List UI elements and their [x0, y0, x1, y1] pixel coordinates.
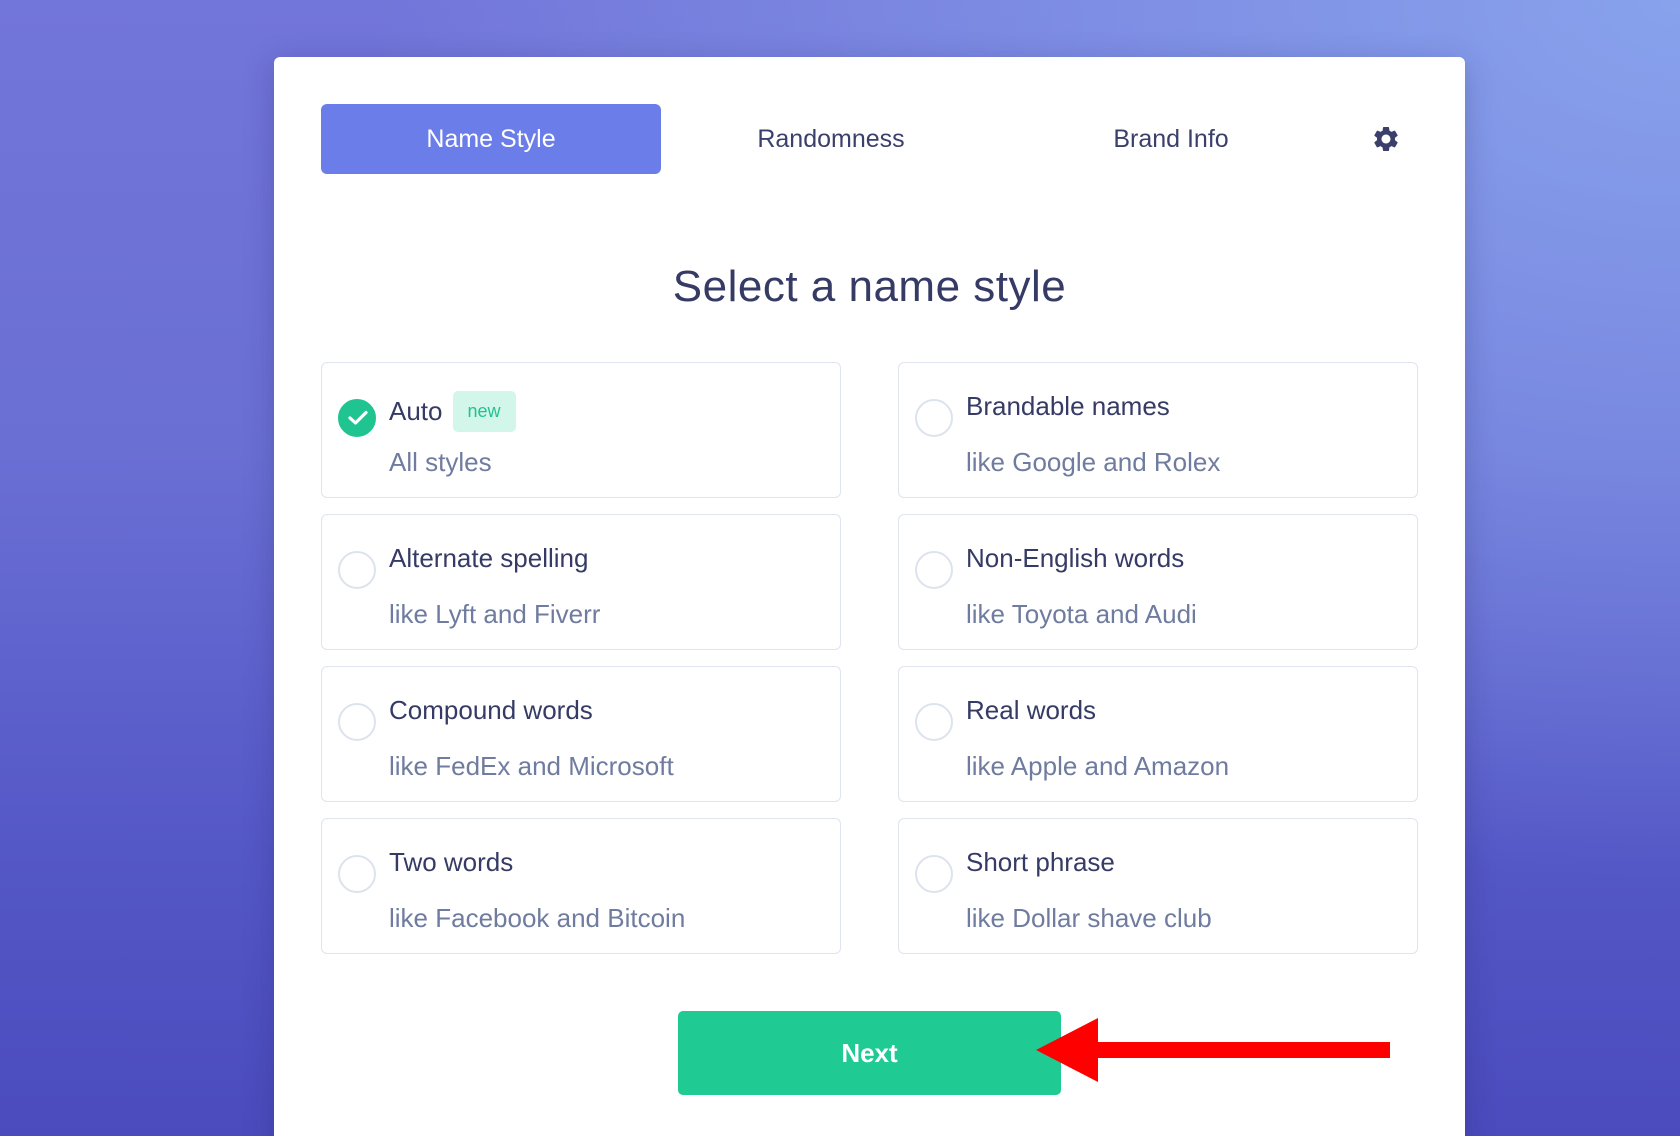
radio-unchecked-icon[interactable]: [915, 703, 953, 741]
tab-name-style[interactable]: Name Style: [321, 104, 661, 174]
radio-unchecked-icon[interactable]: [338, 551, 376, 589]
option-title: Two words: [389, 847, 514, 877]
gear-icon[interactable]: [1368, 121, 1404, 157]
option-title: Real words: [966, 695, 1097, 725]
new-badge: new: [452, 391, 516, 432]
option-title: Short phrase: [966, 847, 1115, 877]
step-tabs: Name Style Randomness Brand Info: [321, 104, 1415, 174]
option-real-words[interactable]: Real words like Apple and Amazon: [898, 666, 1418, 802]
annotation-arrow-icon: [1036, 1018, 1390, 1082]
option-title: Alternate spelling: [389, 543, 589, 573]
option-subtitle: like Apple and Amazon: [966, 751, 1230, 781]
tab-randomness[interactable]: Randomness: [661, 104, 1001, 174]
next-button[interactable]: Next: [678, 1011, 1061, 1095]
option-auto[interactable]: Auto new All styles: [321, 362, 841, 498]
option-title: Brandable names: [966, 391, 1170, 421]
option-subtitle: like FedEx and Microsoft: [389, 751, 674, 781]
option-subtitle: like Facebook and Bitcoin: [389, 903, 686, 933]
option-subtitle: like Dollar shave club: [966, 903, 1212, 933]
radio-unchecked-icon[interactable]: [338, 855, 376, 893]
radio-checked-icon[interactable]: [338, 399, 376, 437]
option-title: Non-English words: [966, 543, 1185, 573]
option-title: Compound words: [389, 695, 593, 725]
option-brandable-names[interactable]: Brandable names like Google and Rolex: [898, 362, 1418, 498]
option-subtitle: like Lyft and Fiverr: [389, 599, 601, 629]
option-subtitle: All styles: [389, 447, 492, 477]
option-non-english-words[interactable]: Non-English words like Toyota and Audi: [898, 514, 1418, 650]
radio-unchecked-icon[interactable]: [915, 855, 953, 893]
radio-unchecked-icon[interactable]: [338, 703, 376, 741]
page-title: Select a name style: [672, 262, 1067, 311]
option-subtitle: like Google and Rolex: [966, 447, 1221, 477]
option-short-phrase[interactable]: Short phrase like Dollar shave club: [898, 818, 1418, 954]
option-title: Auto new: [389, 391, 516, 432]
option-title-text: Auto: [389, 396, 443, 426]
option-subtitle: like Toyota and Audi: [966, 599, 1197, 629]
wizard-card: Name Style Randomness Brand Info Select …: [274, 57, 1465, 1136]
option-alternate-spelling[interactable]: Alternate spelling like Lyft and Fiverr: [321, 514, 841, 650]
tab-brand-info[interactable]: Brand Info: [1001, 104, 1341, 174]
radio-unchecked-icon[interactable]: [915, 399, 953, 437]
radio-unchecked-icon[interactable]: [915, 551, 953, 589]
option-two-words[interactable]: Two words like Facebook and Bitcoin: [321, 818, 841, 954]
option-compound-words[interactable]: Compound words like FedEx and Microsoft: [321, 666, 841, 802]
